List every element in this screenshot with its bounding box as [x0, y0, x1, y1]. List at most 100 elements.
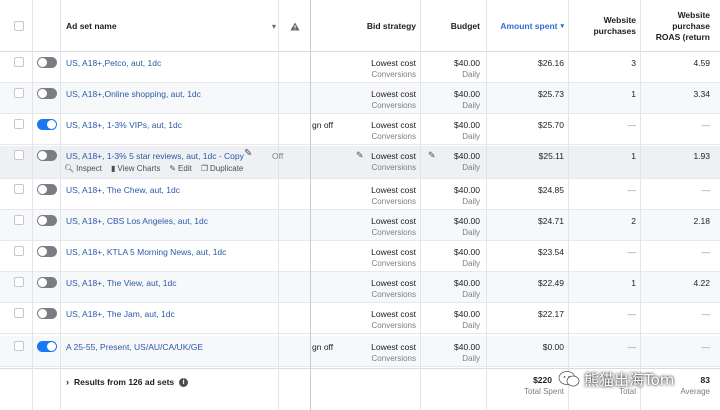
row-checkbox[interactable] [14, 184, 24, 194]
bid-strategy-sub: Conversions [371, 70, 416, 79]
row-status-toggle[interactable] [37, 215, 57, 226]
row-status-toggle[interactable] [37, 119, 57, 130]
table-row[interactable]: US, A18+, The View, aut, 1dc Lowest cost C… [0, 272, 720, 303]
budget-value[interactable]: $40.00 [424, 309, 480, 319]
row-status-toggle[interactable] [37, 246, 57, 257]
ad-set-name-link[interactable]: US, A18+, 1-3% VIPs, aut, 1dc [66, 120, 182, 130]
chevron-down-icon[interactable]: ▾ [272, 22, 276, 31]
bid-strategy-sub: Conversions [371, 259, 416, 268]
budget-sub: Daily [462, 101, 480, 110]
roas-value: 2.18 [693, 216, 710, 226]
budget-value[interactable]: $40.00 [424, 120, 480, 130]
budget-value[interactable]: $40.00 [424, 89, 480, 99]
website-purchases-value: — [627, 185, 637, 195]
results-summary[interactable]: › Results from 126 ad sets i [66, 377, 189, 387]
budget-value[interactable]: $40.00 [424, 151, 480, 161]
column-header-ad-set-name[interactable]: Ad set name ▾ [66, 0, 276, 52]
column-header-budget[interactable]: Budget [424, 0, 480, 52]
select-all-checkbox[interactable] [14, 21, 24, 31]
bid-strategy-value[interactable]: Lowest cost [330, 185, 416, 195]
budget-value[interactable]: $40.00 [424, 185, 480, 195]
roas-value: 4.59 [693, 58, 710, 68]
amount-spent-value: $25.70 [538, 120, 564, 130]
inspect-action[interactable]: 🔍︎ Inspect [64, 164, 102, 173]
bid-strategy-value[interactable]: Lowest cost [330, 120, 416, 130]
bid-strategy-value[interactable]: Lowest cost [330, 278, 416, 288]
column-header-roas[interactable]: Website purchase ROAS (return [644, 0, 710, 52]
bid-strategy-value[interactable]: Lowest cost [330, 89, 416, 99]
column-header-amount-spent[interactable]: Amount spent ▾ [490, 0, 564, 52]
website-purchases-value: 1 [631, 89, 636, 99]
pencil-icon[interactable]: ✎ [244, 148, 252, 159]
bid-strategy-sub: Conversions [371, 101, 416, 110]
row-checkbox[interactable] [14, 246, 24, 256]
amount-spent-value: $26.16 [538, 58, 564, 68]
ad-set-name-link[interactable]: US, A18+, KTLA 5 Morning News, aut, 1dc [66, 247, 226, 257]
budget-value[interactable]: $40.00 [424, 247, 480, 257]
edit-action[interactable]: ✎ Edit [169, 164, 192, 173]
ad-set-name-link[interactable]: US, A18+,Petco, aut, 1dc [66, 58, 161, 68]
budget-value[interactable]: $40.00 [424, 58, 480, 68]
bid-strategy-value[interactable]: Lowest cost [330, 342, 416, 352]
bid-strategy-value[interactable]: Lowest cost [330, 247, 416, 257]
table-row[interactable]: US, A18+,Petco, aut, 1dc Lowest cost Conve… [0, 52, 720, 83]
row-checkbox[interactable] [14, 88, 24, 98]
ad-set-name-link[interactable]: US, A18+, The Chew, aut, 1dc [66, 185, 180, 195]
ad-set-name-link[interactable]: US, A18+, The Jam, aut, 1dc [66, 309, 175, 319]
budget-sub: Daily [462, 197, 480, 206]
column-divider [310, 0, 311, 410]
row-status-toggle[interactable] [37, 88, 57, 99]
row-status-toggle[interactable] [37, 150, 57, 161]
row-status-toggle[interactable] [37, 308, 57, 319]
budget-sub: Daily [462, 259, 480, 268]
column-divider [420, 0, 421, 410]
budget-value[interactable]: $40.00 [424, 216, 480, 226]
ad-set-name-link[interactable]: US, A18+, The View, aut, 1dc [66, 278, 177, 288]
ad-set-name-link[interactable]: A 25-55, Present, US/AU/CA/UK/GE [66, 342, 203, 352]
column-header-website-purchases[interactable]: Website purchases [572, 0, 636, 52]
bid-strategy-value[interactable]: Lowest cost [330, 216, 416, 226]
ad-set-name-link[interactable]: US, A18+, 1-3% 5 star reviews, aut, 1dc … [66, 151, 244, 161]
website-purchases-value: — [627, 120, 637, 130]
budget-value[interactable]: $40.00 [424, 278, 480, 288]
table-row[interactable]: A 25-55, Present, US/AU/CA/UK/GE gn off Lo… [0, 336, 720, 367]
row-status-toggle[interactable] [37, 341, 57, 352]
amount-spent-value: $22.49 [538, 278, 564, 288]
bid-strategy-sub: Conversions [371, 354, 416, 363]
column-header-bid-strategy[interactable]: Bid strategy [330, 0, 416, 52]
info-icon[interactable]: i [179, 377, 189, 387]
bid-strategy-value[interactable]: Lowest cost [330, 309, 416, 319]
row-checkbox[interactable] [14, 215, 24, 225]
table-row[interactable]: US, A18+, KTLA 5 Morning News, aut, 1dc L… [0, 241, 720, 272]
bid-strategy-value[interactable]: Lowest cost [330, 58, 416, 68]
row-checkbox[interactable] [14, 57, 24, 67]
budget-sub: Daily [462, 70, 480, 79]
ad-set-name-link[interactable]: US, A18+, CBS Los Angeles, aut, 1dc [66, 216, 208, 226]
row-checkbox[interactable] [14, 150, 24, 160]
row-checkbox[interactable] [14, 277, 24, 287]
table-row[interactable]: US, A18+, The Jam, aut, 1dc Lowest cost Co… [0, 303, 720, 334]
roas-value: 3.34 [693, 89, 710, 99]
budget-value[interactable]: $40.00 [424, 342, 480, 352]
ad-set-name-link[interactable]: US, A18+,Online shopping, aut, 1dc [66, 89, 201, 99]
roas-value: — [701, 247, 711, 257]
amount-spent-value: $24.71 [538, 216, 564, 226]
table-row[interactable]: US, A18+,Online shopping, aut, 1dc Lowest… [0, 83, 720, 114]
amount-spent-value: $25.73 [538, 89, 564, 99]
bid-strategy-value[interactable]: Lowest cost [330, 151, 416, 161]
view-charts-action[interactable]: ▮ View Charts [111, 164, 160, 173]
table-row[interactable]: US, A18+, 1-3% VIPs, aut, 1dc gn off Lowes… [0, 114, 720, 145]
row-checkbox[interactable] [14, 119, 24, 129]
table-row[interactable]: US, A18+, 1-3% 5 star reviews, aut, 1dc … [0, 146, 720, 179]
duplicate-action[interactable]: ❐ Duplicate [201, 164, 244, 173]
warning-icon[interactable] [288, 0, 302, 52]
amount-spent-value: $24.85 [538, 185, 564, 195]
row-status-toggle[interactable] [37, 184, 57, 195]
chevron-right-icon[interactable]: › [66, 377, 69, 387]
row-checkbox[interactable] [14, 308, 24, 318]
row-checkbox[interactable] [14, 341, 24, 351]
row-status-toggle[interactable] [37, 277, 57, 288]
row-status-toggle[interactable] [37, 57, 57, 68]
table-row[interactable]: US, A18+, The Chew, aut, 1dc Lowest cost C… [0, 179, 720, 210]
table-row[interactable]: US, A18+, CBS Los Angeles, aut, 1dc Lowes… [0, 210, 720, 241]
